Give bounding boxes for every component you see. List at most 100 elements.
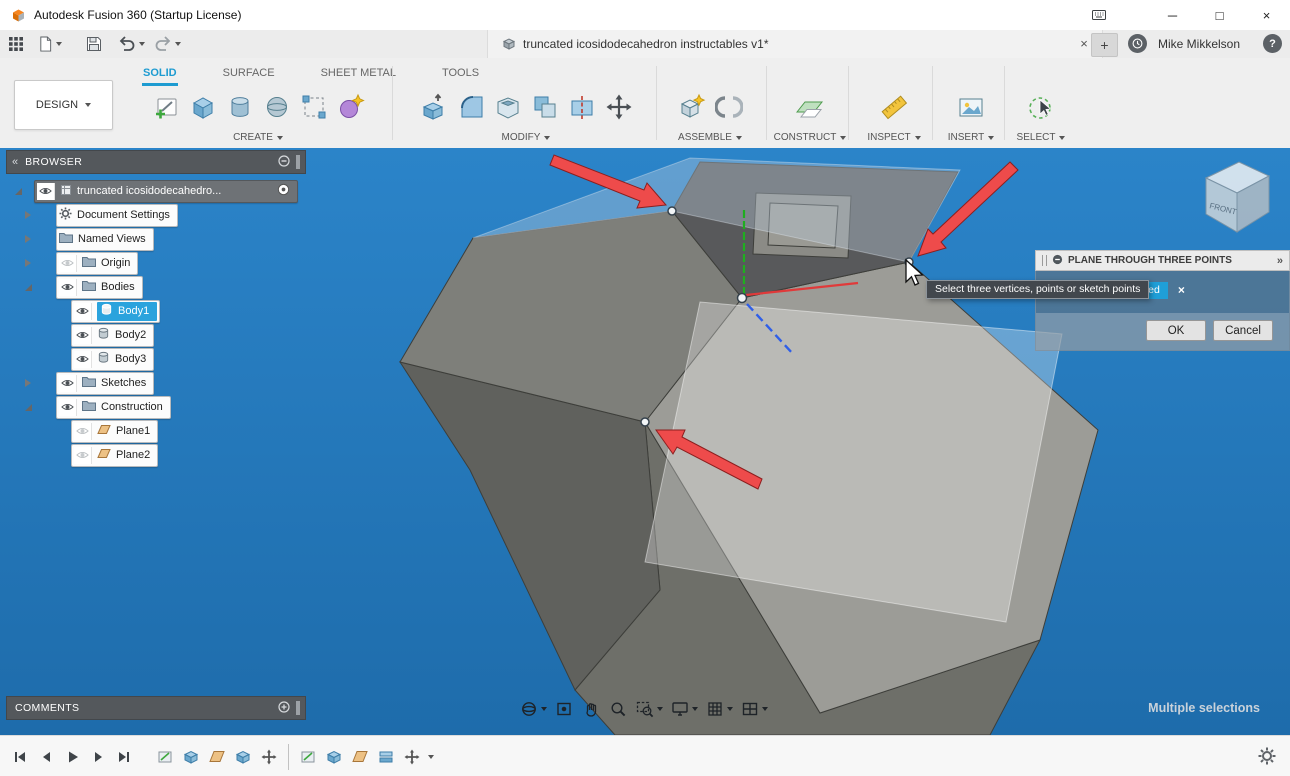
collapsed-triangle-icon[interactable] [25, 379, 31, 387]
box-icon[interactable] [187, 90, 219, 124]
look-at-button[interactable] [552, 697, 576, 721]
job-status-clock-icon[interactable] [1128, 34, 1147, 53]
tree-row-root-document[interactable]: truncated icosidodecahedro... [6, 179, 306, 203]
split-body-icon[interactable] [566, 90, 598, 124]
panel-display-toggle-icon[interactable] [278, 155, 290, 170]
tab-sheet-metal[interactable]: SHEET METAL [320, 64, 397, 86]
system-tray-grid-icon[interactable] [1092, 9, 1106, 24]
move-copy-icon[interactable] [603, 90, 635, 124]
insert-image-icon[interactable] [955, 90, 987, 124]
pattern-icon[interactable] [298, 90, 330, 124]
pan-button[interactable] [579, 697, 603, 721]
timeline-move-icon[interactable] [402, 747, 422, 767]
timeline-extrude-icon[interactable] [181, 747, 201, 767]
panel-grip[interactable] [296, 701, 300, 715]
visibility-eye-off-icon[interactable] [59, 255, 77, 272]
assemble-dropdown[interactable]: ASSEMBLE [678, 132, 742, 143]
step-forward-button[interactable] [86, 745, 109, 768]
help-button[interactable]: ? [1263, 34, 1282, 53]
zoom-button[interactable] [606, 697, 630, 721]
chevron-down-icon[interactable] [428, 755, 434, 759]
panel-grip[interactable] [296, 155, 300, 169]
fillet-icon[interactable] [455, 90, 487, 124]
timeline-sketch-icon[interactable] [298, 747, 318, 767]
add-comment-icon[interactable] [278, 701, 290, 716]
timeline-move-icon[interactable] [259, 747, 279, 767]
browser-header[interactable]: « BROWSER [6, 150, 306, 174]
tree-row-plane2[interactable]: Plane2 [6, 443, 306, 467]
collapsed-triangle-icon[interactable] [25, 211, 31, 219]
timeline-extrude-icon[interactable] [324, 747, 344, 767]
tree-row-bodies[interactable]: Bodies [6, 275, 306, 299]
sphere-icon[interactable] [261, 90, 293, 124]
orbit-button[interactable] [517, 697, 549, 721]
inspect-dropdown[interactable]: INSPECT [867, 132, 920, 143]
minimize-button[interactable]: ─ [1149, 0, 1196, 30]
dialog-grip-icon[interactable] [1042, 255, 1047, 266]
document-tab[interactable]: truncated icosidodecahedron instructable… [487, 30, 1103, 58]
comments-panel[interactable]: COMMENTS [6, 696, 306, 720]
construct-dropdown[interactable]: CONSTRUCT [774, 132, 847, 143]
plane-through-three-points-dialog[interactable]: PLANE THROUGH THREE POINTS » 3 selected … [1035, 250, 1290, 351]
dialog-header[interactable]: PLANE THROUGH THREE POINTS » [1035, 250, 1290, 271]
tree-row-document-settings[interactable]: Document Settings [6, 203, 306, 227]
visibility-eye-off-icon[interactable] [74, 423, 92, 440]
display-settings-button[interactable] [668, 697, 700, 721]
tree-row-body1[interactable]: Body1 [6, 299, 306, 323]
insert-dropdown[interactable]: INSERT [948, 132, 995, 143]
timeline-plane-icon[interactable] [207, 747, 227, 767]
visibility-eye-icon[interactable] [74, 351, 92, 368]
tree-row-sketches[interactable]: Sketches [6, 371, 306, 395]
save-button[interactable] [86, 33, 102, 55]
joint-icon[interactable] [713, 90, 745, 124]
collapsed-triangle-icon[interactable] [25, 259, 31, 267]
timeline-extrude-icon[interactable] [233, 747, 253, 767]
visibility-eye-icon[interactable] [37, 183, 55, 200]
tree-row-construction[interactable]: Construction [6, 395, 306, 419]
timeline-settings-gear-icon[interactable] [1257, 746, 1277, 769]
model-viewport[interactable]: FRONT « BROWSER truncated icosidodecahed… [0, 148, 1290, 735]
tab-tools[interactable]: TOOLS [441, 64, 480, 86]
visibility-eye-icon[interactable] [59, 279, 77, 296]
viewports-button[interactable] [738, 697, 770, 721]
tree-row-plane1[interactable]: Plane1 [6, 419, 306, 443]
expanded-triangle-icon[interactable] [15, 188, 22, 195]
tab-surface[interactable]: SURFACE [222, 64, 276, 86]
tree-row-named-views[interactable]: Named Views [6, 227, 306, 251]
workspace-selector[interactable]: DESIGN [14, 80, 113, 130]
ok-button[interactable]: OK [1146, 320, 1206, 341]
visibility-eye-off-icon[interactable] [74, 447, 92, 464]
combine-icon[interactable] [529, 90, 561, 124]
play-button[interactable] [60, 745, 83, 768]
app-grid-icon[interactable] [8, 33, 24, 55]
activate-radio-icon[interactable] [277, 183, 290, 199]
undo-button[interactable] [118, 33, 145, 55]
cylinder-icon[interactable] [224, 90, 256, 124]
timeline-stack-icon[interactable] [376, 747, 396, 767]
timeline-sketch-icon[interactable] [155, 747, 175, 767]
create-dropdown[interactable]: CREATE [233, 132, 283, 143]
new-tab-button[interactable]: + [1091, 33, 1118, 57]
maximize-button[interactable]: □ [1196, 0, 1243, 30]
visibility-eye-icon[interactable] [59, 399, 77, 416]
timeline-plane-icon[interactable] [350, 747, 370, 767]
measure-icon[interactable] [878, 90, 910, 124]
close-document-icon[interactable]: × [1076, 36, 1092, 51]
modify-dropdown[interactable]: MODIFY [502, 132, 551, 143]
tab-solid[interactable]: SOLID [142, 64, 178, 86]
redo-button[interactable] [154, 33, 181, 55]
step-back-button[interactable] [34, 745, 57, 768]
tree-row-body2[interactable]: Body2 [6, 323, 306, 347]
polyhedron-model[interactable] [400, 158, 1098, 735]
go-to-end-button[interactable] [112, 745, 135, 768]
view-cube[interactable]: FRONT [1206, 162, 1269, 232]
go-to-beginning-button[interactable] [8, 745, 31, 768]
press-pull-icon[interactable] [418, 90, 450, 124]
dialog-expand-icon[interactable]: » [1277, 255, 1283, 267]
visibility-eye-icon[interactable] [59, 375, 77, 392]
grid-snap-button[interactable] [703, 697, 735, 721]
select-cursor-icon[interactable] [1025, 90, 1057, 124]
expanded-triangle-icon[interactable] [25, 284, 32, 291]
tree-row-origin[interactable]: Origin [6, 251, 306, 275]
create-sketch-icon[interactable] [150, 90, 182, 124]
